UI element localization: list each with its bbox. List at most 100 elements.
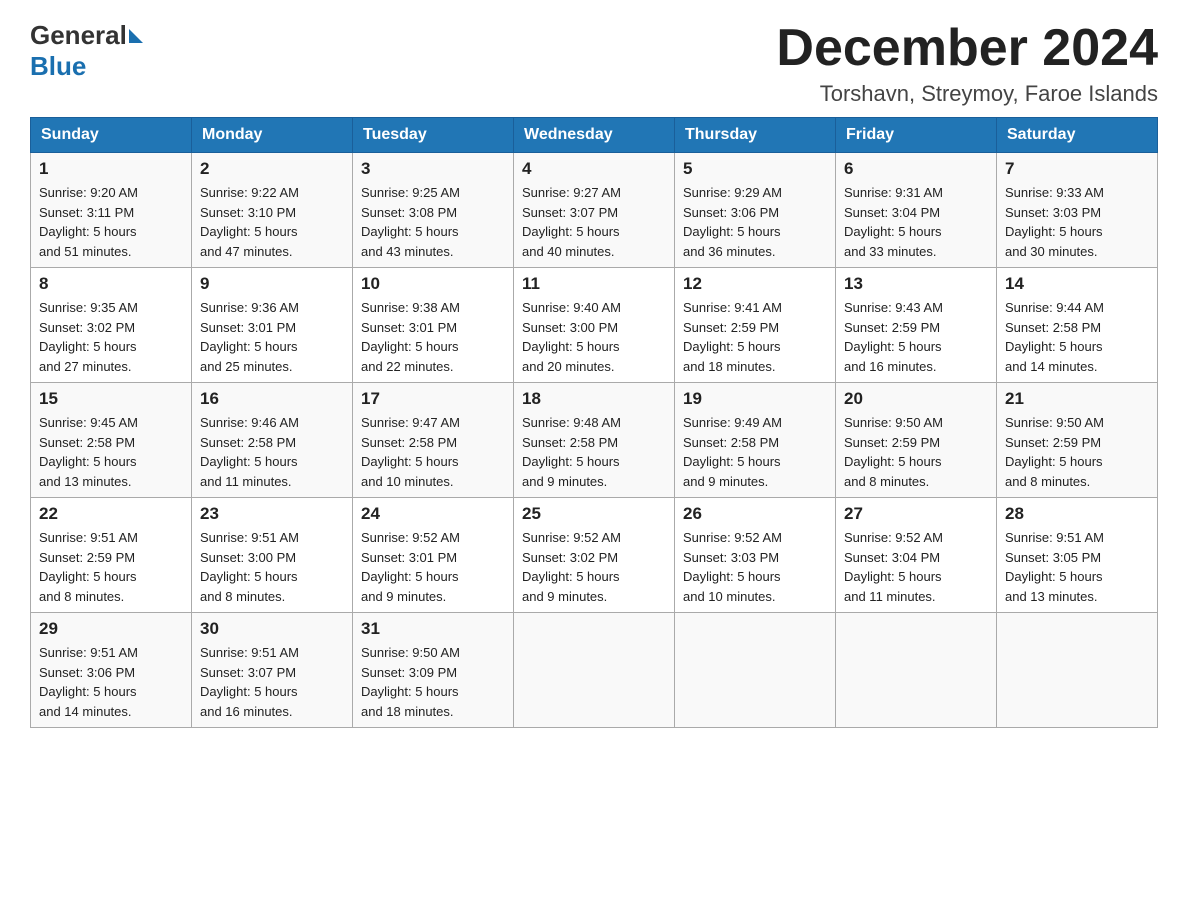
day-info: Sunrise: 9:49 AMSunset: 2:58 PMDaylight:…: [683, 413, 827, 491]
calendar-cell: 29Sunrise: 9:51 AMSunset: 3:06 PMDayligh…: [31, 613, 192, 728]
day-number: 4: [522, 159, 666, 179]
calendar-cell: 16 Sunrise: 9:46 AMSunset: 2:58 PMDayligh…: [192, 383, 353, 498]
day-info: Sunrise: 9:50 AMSunset: 2:59 PMDaylight:…: [1005, 413, 1149, 491]
day-number: 18: [522, 389, 666, 409]
day-number: 25: [522, 504, 666, 524]
day-number: 30: [200, 619, 344, 639]
day-info: Sunrise: 9:25 AMSunset: 3:08 PMDaylight:…: [361, 183, 505, 261]
day-info: Sunrise: 9:43 AMSunset: 2:59 PMDaylight:…: [844, 298, 988, 376]
day-number: 16: [200, 389, 344, 409]
month-title: December 2024: [776, 20, 1158, 77]
calendar-cell: [675, 613, 836, 728]
day-info: Sunrise: 9:51 AMSunset: 3:06 PMDaylight:…: [39, 643, 183, 721]
calendar-cell: 25 Sunrise: 9:52 AMSunset: 3:02 PMDayligh…: [514, 498, 675, 613]
day-info: Sunrise: 9:47 AMSunset: 2:58 PMDaylight:…: [361, 413, 505, 491]
calendar-cell: 11Sunrise: 9:40 AMSunset: 3:00 PMDayligh…: [514, 268, 675, 383]
calendar-cell: 19 Sunrise: 9:49 AMSunset: 2:58 PMDayligh…: [675, 383, 836, 498]
calendar-cell: 6Sunrise: 9:31 AMSunset: 3:04 PMDaylight…: [836, 153, 997, 268]
calendar-week-row: 22Sunrise: 9:51 AMSunset: 2:59 PMDayligh…: [31, 498, 1158, 613]
day-number: 5: [683, 159, 827, 179]
day-number: 24: [361, 504, 505, 524]
weekday-header-wednesday: Wednesday: [514, 118, 675, 153]
day-number: 17: [361, 389, 505, 409]
day-number: 12: [683, 274, 827, 294]
logo-triangle-icon: [129, 29, 143, 43]
weekday-header-friday: Friday: [836, 118, 997, 153]
calendar-cell: 27 Sunrise: 9:52 AMSunset: 3:04 PMDayligh…: [836, 498, 997, 613]
calendar-cell: 2 Sunrise: 9:22 AMSunset: 3:10 PMDaylight…: [192, 153, 353, 268]
day-info: Sunrise: 9:51 AMSunset: 3:07 PMDaylight:…: [200, 643, 344, 721]
day-info: Sunrise: 9:41 AMSunset: 2:59 PMDaylight:…: [683, 298, 827, 376]
day-info: Sunrise: 9:36 AMSunset: 3:01 PMDaylight:…: [200, 298, 344, 376]
day-number: 1: [39, 159, 183, 179]
logo-general-text: General: [30, 20, 127, 51]
calendar-cell: 10 Sunrise: 9:38 AMSunset: 3:01 PMDayligh…: [353, 268, 514, 383]
calendar-cell: 9 Sunrise: 9:36 AMSunset: 3:01 PMDaylight…: [192, 268, 353, 383]
day-number: 23: [200, 504, 344, 524]
day-info: Sunrise: 9:48 AMSunset: 2:58 PMDaylight:…: [522, 413, 666, 491]
day-info: Sunrise: 9:35 AMSunset: 3:02 PMDaylight:…: [39, 298, 183, 376]
weekday-header-tuesday: Tuesday: [353, 118, 514, 153]
calendar-cell: 30 Sunrise: 9:51 AMSunset: 3:07 PMDayligh…: [192, 613, 353, 728]
calendar-week-row: 29Sunrise: 9:51 AMSunset: 3:06 PMDayligh…: [31, 613, 1158, 728]
calendar-cell: 4 Sunrise: 9:27 AMSunset: 3:07 PMDaylight…: [514, 153, 675, 268]
calendar-week-row: 1Sunrise: 9:20 AMSunset: 3:11 PMDaylight…: [31, 153, 1158, 268]
day-info: Sunrise: 9:52 AMSunset: 3:04 PMDaylight:…: [844, 528, 988, 606]
title-block: December 2024 Torshavn, Streymoy, Faroe …: [776, 20, 1158, 107]
calendar-cell: 28 Sunrise: 9:51 AMSunset: 3:05 PMDayligh…: [997, 498, 1158, 613]
day-number: 8: [39, 274, 183, 294]
day-info: Sunrise: 9:29 AMSunset: 3:06 PMDaylight:…: [683, 183, 827, 261]
location-title: Torshavn, Streymoy, Faroe Islands: [776, 81, 1158, 107]
day-info: Sunrise: 9:22 AMSunset: 3:10 PMDaylight:…: [200, 183, 344, 261]
calendar-cell: 18 Sunrise: 9:48 AMSunset: 2:58 PMDayligh…: [514, 383, 675, 498]
calendar-cell: 31Sunrise: 9:50 AMSunset: 3:09 PMDayligh…: [353, 613, 514, 728]
calendar-cell: 20 Sunrise: 9:50 AMSunset: 2:59 PMDayligh…: [836, 383, 997, 498]
day-info: Sunrise: 9:46 AMSunset: 2:58 PMDaylight:…: [200, 413, 344, 491]
day-info: Sunrise: 9:44 AMSunset: 2:58 PMDaylight:…: [1005, 298, 1149, 376]
calendar-cell: 7 Sunrise: 9:33 AMSunset: 3:03 PMDaylight…: [997, 153, 1158, 268]
day-info: Sunrise: 9:51 AMSunset: 3:05 PMDaylight:…: [1005, 528, 1149, 606]
weekday-header-monday: Monday: [192, 118, 353, 153]
day-number: 26: [683, 504, 827, 524]
day-number: 14: [1005, 274, 1149, 294]
day-number: 19: [683, 389, 827, 409]
day-info: Sunrise: 9:52 AMSunset: 3:03 PMDaylight:…: [683, 528, 827, 606]
day-number: 7: [1005, 159, 1149, 179]
day-info: Sunrise: 9:51 AMSunset: 3:00 PMDaylight:…: [200, 528, 344, 606]
calendar-week-row: 8 Sunrise: 9:35 AMSunset: 3:02 PMDaylight…: [31, 268, 1158, 383]
day-number: 28: [1005, 504, 1149, 524]
day-info: Sunrise: 9:33 AMSunset: 3:03 PMDaylight:…: [1005, 183, 1149, 261]
day-number: 10: [361, 274, 505, 294]
calendar-cell: [997, 613, 1158, 728]
calendar-cell: [836, 613, 997, 728]
day-info: Sunrise: 9:50 AMSunset: 2:59 PMDaylight:…: [844, 413, 988, 491]
calendar-cell: 15Sunrise: 9:45 AMSunset: 2:58 PMDayligh…: [31, 383, 192, 498]
calendar-cell: 1Sunrise: 9:20 AMSunset: 3:11 PMDaylight…: [31, 153, 192, 268]
calendar-table: SundayMondayTuesdayWednesdayThursdayFrid…: [30, 117, 1158, 728]
day-number: 20: [844, 389, 988, 409]
weekday-header-thursday: Thursday: [675, 118, 836, 153]
day-number: 3: [361, 159, 505, 179]
day-number: 13: [844, 274, 988, 294]
day-number: 27: [844, 504, 988, 524]
day-number: 6: [844, 159, 988, 179]
day-info: Sunrise: 9:38 AMSunset: 3:01 PMDaylight:…: [361, 298, 505, 376]
day-info: Sunrise: 9:52 AMSunset: 3:02 PMDaylight:…: [522, 528, 666, 606]
calendar-cell: 24Sunrise: 9:52 AMSunset: 3:01 PMDayligh…: [353, 498, 514, 613]
page-header: General Blue December 2024 Torshavn, Str…: [30, 20, 1158, 107]
calendar-cell: 17 Sunrise: 9:47 AMSunset: 2:58 PMDayligh…: [353, 383, 514, 498]
day-number: 2: [200, 159, 344, 179]
day-number: 15: [39, 389, 183, 409]
calendar-cell: 21Sunrise: 9:50 AMSunset: 2:59 PMDayligh…: [997, 383, 1158, 498]
calendar-week-row: 15Sunrise: 9:45 AMSunset: 2:58 PMDayligh…: [31, 383, 1158, 498]
logo-blue-text: Blue: [30, 51, 86, 82]
calendar-cell: 3 Sunrise: 9:25 AMSunset: 3:08 PMDaylight…: [353, 153, 514, 268]
calendar-cell: 13 Sunrise: 9:43 AMSunset: 2:59 PMDayligh…: [836, 268, 997, 383]
weekday-header-saturday: Saturday: [997, 118, 1158, 153]
day-number: 9: [200, 274, 344, 294]
calendar-cell: 12 Sunrise: 9:41 AMSunset: 2:59 PMDayligh…: [675, 268, 836, 383]
day-info: Sunrise: 9:40 AMSunset: 3:00 PMDaylight:…: [522, 298, 666, 376]
calendar-cell: 22Sunrise: 9:51 AMSunset: 2:59 PMDayligh…: [31, 498, 192, 613]
day-info: Sunrise: 9:27 AMSunset: 3:07 PMDaylight:…: [522, 183, 666, 261]
day-info: Sunrise: 9:51 AMSunset: 2:59 PMDaylight:…: [39, 528, 183, 606]
